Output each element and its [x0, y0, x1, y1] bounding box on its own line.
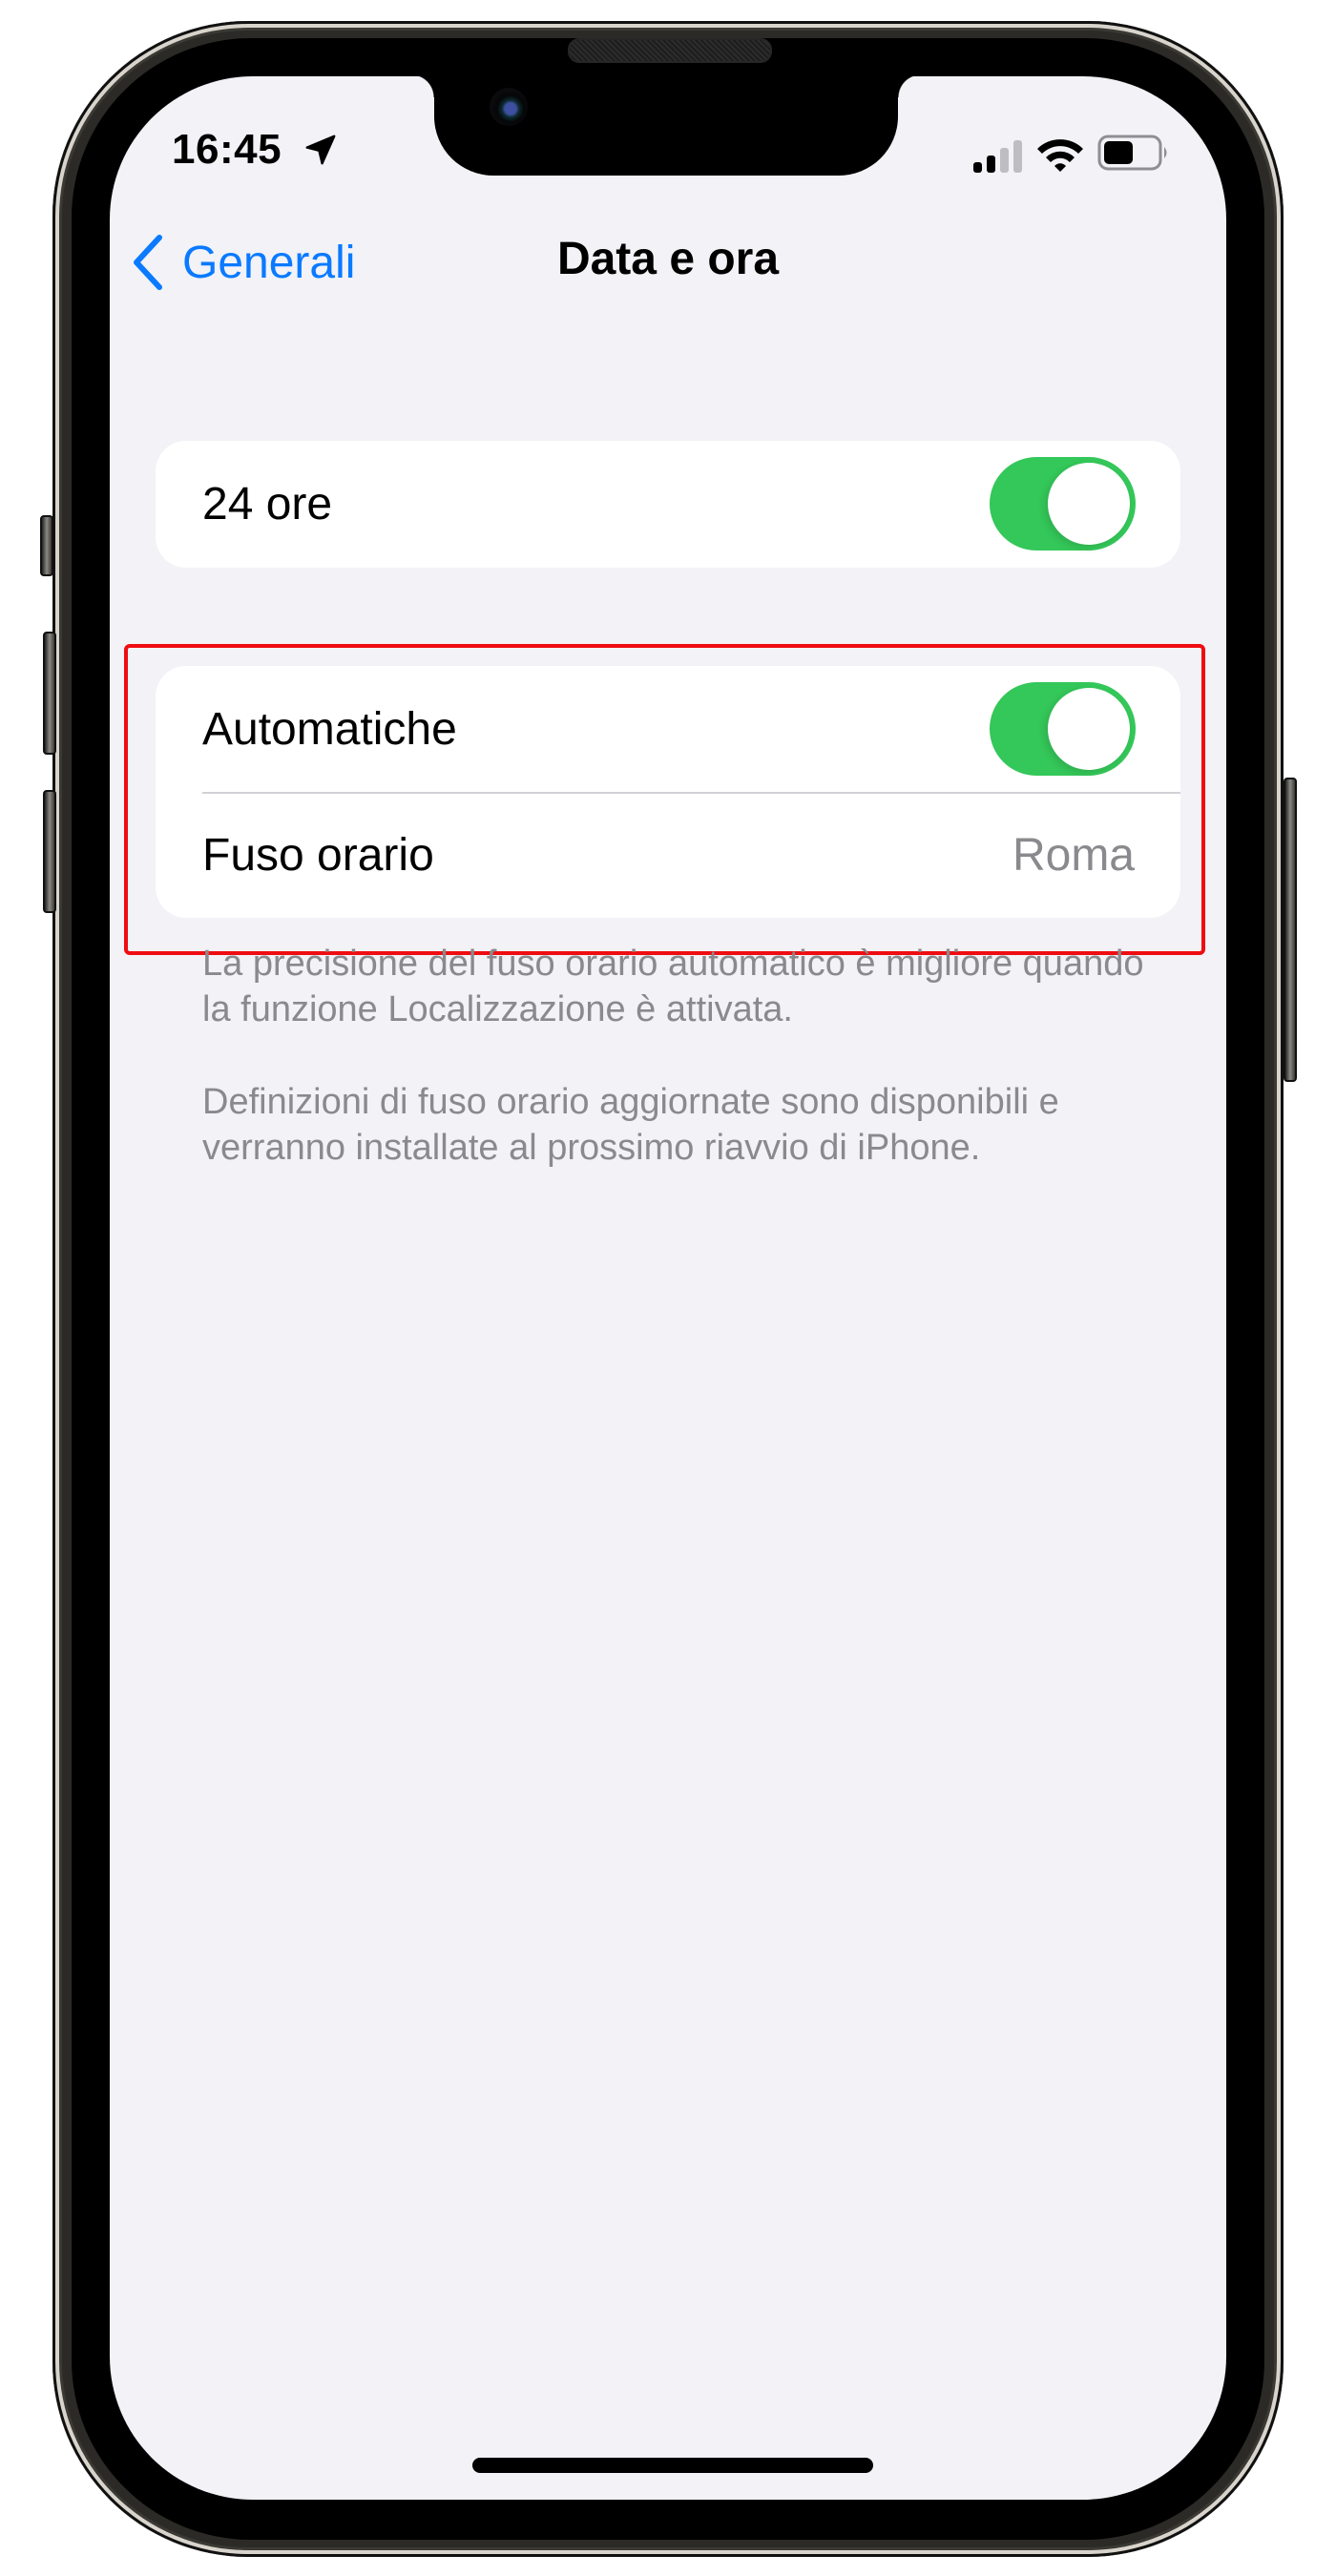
- volume-up-button: [43, 632, 56, 755]
- signal-bar-3: [1000, 148, 1009, 173]
- cellular-signal-icon: [973, 140, 1022, 173]
- toggle-knob: [1048, 463, 1130, 545]
- row-label: Fuso orario: [202, 829, 434, 881]
- wifi-icon: [1037, 139, 1083, 172]
- battery-icon: [1097, 135, 1167, 171]
- home-indicator[interactable]: [472, 2458, 873, 2473]
- settings-group-24h: 24 ore: [156, 441, 1180, 568]
- toggle-24-hour[interactable]: [990, 457, 1136, 551]
- row-automatic: Automatiche: [156, 666, 1180, 792]
- row-label: Automatiche: [202, 703, 457, 755]
- row-label: 24 ore: [202, 478, 333, 530]
- notch: [411, 76, 921, 176]
- row-24-hour: 24 ore: [156, 441, 1180, 567]
- silent-switch: [40, 515, 53, 576]
- page-title: Data e ora: [556, 234, 780, 284]
- signal-bar-1: [973, 162, 982, 173]
- location-arrow-icon: [305, 135, 336, 165]
- toggle-automatic[interactable]: [990, 682, 1136, 776]
- signal-bar-4: [1013, 140, 1022, 173]
- screen: 16:45 Generali Data e ora 24 ore Automat…: [110, 76, 1226, 2500]
- status-time: 16:45: [172, 126, 282, 173]
- volume-down-button: [43, 790, 56, 913]
- earpiece-speaker: [568, 38, 772, 63]
- battery-level: [1104, 141, 1133, 164]
- settings-group-automatic: Automatiche Fuso orario Roma: [156, 666, 1180, 918]
- footer-note-update: Definizioni di fuso orario aggiornate so…: [202, 1082, 1059, 1168]
- toggle-knob: [1048, 688, 1130, 770]
- signal-bar-2: [987, 156, 995, 173]
- power-button: [1284, 778, 1297, 1082]
- time-zone-value: Roma: [1012, 829, 1135, 881]
- footer-note-location: La precisione del fuso orario automatico…: [202, 944, 1144, 1029]
- front-camera: [490, 88, 528, 126]
- row-time-zone[interactable]: Fuso orario Roma: [156, 792, 1180, 918]
